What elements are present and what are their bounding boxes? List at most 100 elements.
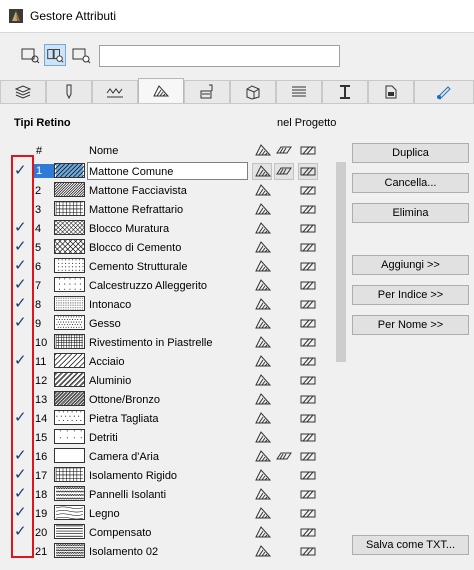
tab-layers[interactable]	[0, 80, 46, 103]
row-name: Mattone Refrattario	[89, 204, 184, 216]
cover-fill-icon[interactable]	[300, 506, 316, 520]
tab-line-types[interactable]	[92, 80, 138, 103]
row-number: 14	[35, 413, 48, 425]
table-row[interactable]: 2 Mattone Facciavista	[8, 181, 333, 200]
tab-profiles[interactable]	[276, 80, 322, 103]
row-number: 12	[35, 375, 48, 387]
drafting-fill-icon[interactable]	[255, 544, 272, 558]
cover-fill-icon[interactable]	[300, 316, 316, 330]
remove-button[interactable]: Elimina	[352, 203, 469, 223]
tab-fills[interactable]	[138, 78, 184, 103]
table-row[interactable]: ✓ 6 Cemento Strutturale	[8, 257, 333, 276]
table-row[interactable]: 3 Mattone Refrattario	[8, 200, 333, 219]
drafting-fill-icon[interactable]	[255, 335, 272, 349]
row-number: 21	[35, 546, 48, 558]
table-row[interactable]: ✓ 7 Calcestruzzo Alleggerito	[8, 276, 333, 295]
cover-fill-icon[interactable]	[300, 373, 316, 387]
cover-fill-icon[interactable]	[300, 297, 316, 311]
table-row[interactable]: 10 Rivestimento in Piastrelle	[8, 333, 333, 352]
drafting-fill-icon[interactable]	[255, 259, 272, 273]
table-row[interactable]: 21 Isolamento 02	[8, 542, 333, 558]
drafting-fill-icon[interactable]	[255, 183, 272, 197]
view-list-button[interactable]	[19, 44, 41, 66]
table-row[interactable]: 13 Ottone/Bronzo	[8, 390, 333, 409]
tab-building-materials[interactable]	[184, 80, 230, 103]
cover-fill-icon[interactable]	[300, 259, 316, 273]
table-row[interactable]: ✓ 17 Isolamento Rigido	[8, 466, 333, 485]
tab-zones[interactable]	[368, 80, 414, 103]
table-row[interactable]: ✓ 9 Gesso	[8, 314, 333, 333]
cover-fill-icon[interactable]	[300, 525, 316, 539]
by-index-button[interactable]: Per Indice >>	[352, 285, 469, 305]
fill-pattern-swatch	[54, 315, 85, 330]
drafting-fill-icon[interactable]	[255, 316, 272, 330]
table-row[interactable]: ✓ 19 Legno	[8, 504, 333, 523]
cover-fill-icon[interactable]	[300, 468, 316, 482]
cover-fill-icon[interactable]	[300, 354, 316, 368]
table-row[interactable]: ✓ 4 Blocco Muratura	[8, 219, 333, 238]
drafting-fill-icon[interactable]	[255, 240, 272, 254]
by-name-button[interactable]: Per Nome >>	[352, 315, 469, 335]
drafting-fill-icon[interactable]	[255, 411, 272, 425]
table-row[interactable]: ✓ 5 Blocco di Cemento	[8, 238, 333, 257]
table-row[interactable]: 12 Aluminio	[8, 371, 333, 390]
duplicate-button[interactable]: Duplica	[352, 143, 469, 163]
cover-fill-icon[interactable]	[300, 430, 316, 444]
tab-composites[interactable]	[230, 80, 276, 103]
fill-pattern-swatch	[54, 505, 85, 520]
table-row[interactable]: ✓ 1 Mattone Comune	[8, 162, 333, 181]
drafting-fill-icon[interactable]	[255, 278, 272, 292]
tab-surfaces[interactable]	[414, 80, 474, 103]
scrollbar-thumb[interactable]	[336, 162, 346, 362]
cover-fill-icon[interactable]	[300, 487, 316, 501]
append-button[interactable]: Aggiungi >>	[352, 255, 469, 275]
drafting-fill-icon[interactable]	[255, 354, 272, 368]
cover-fill-icon[interactable]	[300, 240, 316, 254]
row-name: Intonaco	[89, 299, 132, 311]
view-split-button[interactable]	[44, 44, 66, 66]
cover-fill-icon[interactable]	[300, 411, 316, 425]
table-row[interactable]: ✓ 14 Pietra Tagliata	[8, 409, 333, 428]
pen-icon	[66, 84, 72, 100]
table-row[interactable]: ✓ 20 Compensato	[8, 523, 333, 542]
tab-pens[interactable]	[46, 80, 92, 103]
list-scrollbar[interactable]	[333, 142, 349, 558]
drafting-fill-icon[interactable]	[255, 392, 272, 406]
drafting-fill-icon[interactable]	[255, 468, 272, 482]
drafting-fill-icon[interactable]	[255, 525, 272, 539]
table-row[interactable]: ✓ 18 Pannelli Isolanti	[8, 485, 333, 504]
drafting-fill-icon[interactable]	[255, 449, 272, 463]
drafting-fill-icon[interactable]	[255, 430, 272, 444]
drafting-fill-icon[interactable]	[255, 297, 272, 311]
table-row[interactable]: ✓ 8 Intonaco	[8, 295, 333, 314]
save-txt-button[interactable]: Salva come TXT...	[352, 535, 469, 555]
drafting-fill-icon[interactable]	[255, 487, 272, 501]
drafting-fill-icon[interactable]	[255, 373, 272, 387]
cover-fill-icon[interactable]	[300, 392, 316, 406]
cut-fill-icon[interactable]	[276, 449, 292, 463]
cover-fill-icon[interactable]	[300, 164, 316, 178]
cover-fill-icon[interactable]	[300, 221, 316, 235]
view-detail-button[interactable]	[70, 44, 92, 66]
fill-pattern-swatch	[54, 524, 85, 539]
table-row[interactable]: ✓ 11 Acciaio	[8, 352, 333, 371]
table-row[interactable]: 15 Detriti	[8, 428, 333, 447]
cover-fill-icon[interactable]	[300, 202, 316, 216]
drafting-fill-icon[interactable]	[255, 506, 272, 520]
search-input[interactable]	[99, 45, 340, 67]
drafting-fill-icon[interactable]	[255, 164, 272, 178]
cover-fill-icon[interactable]	[300, 278, 316, 292]
table-row[interactable]: ✓ 16 Camera d'Aria	[8, 447, 333, 466]
cover-fill-icon[interactable]	[300, 544, 316, 558]
cover-fill-icon[interactable]	[300, 183, 316, 197]
fill-types-list[interactable]: # Nome ✓ 1 Mattone Comune 2 Mattone Facciavi…	[8, 142, 333, 558]
drafting-fill-icon[interactable]	[255, 202, 272, 216]
cover-fill-icon[interactable]	[300, 335, 316, 349]
delete-button[interactable]: Cancella...	[352, 173, 469, 193]
fill-pattern-swatch	[42, 220, 96, 235]
cover-fill-icon[interactable]	[300, 449, 316, 463]
fill-pattern-swatch	[42, 239, 93, 254]
tab-columns[interactable]	[322, 80, 368, 103]
drafting-fill-icon[interactable]	[255, 221, 272, 235]
cut-fill-icon[interactable]	[276, 164, 292, 178]
